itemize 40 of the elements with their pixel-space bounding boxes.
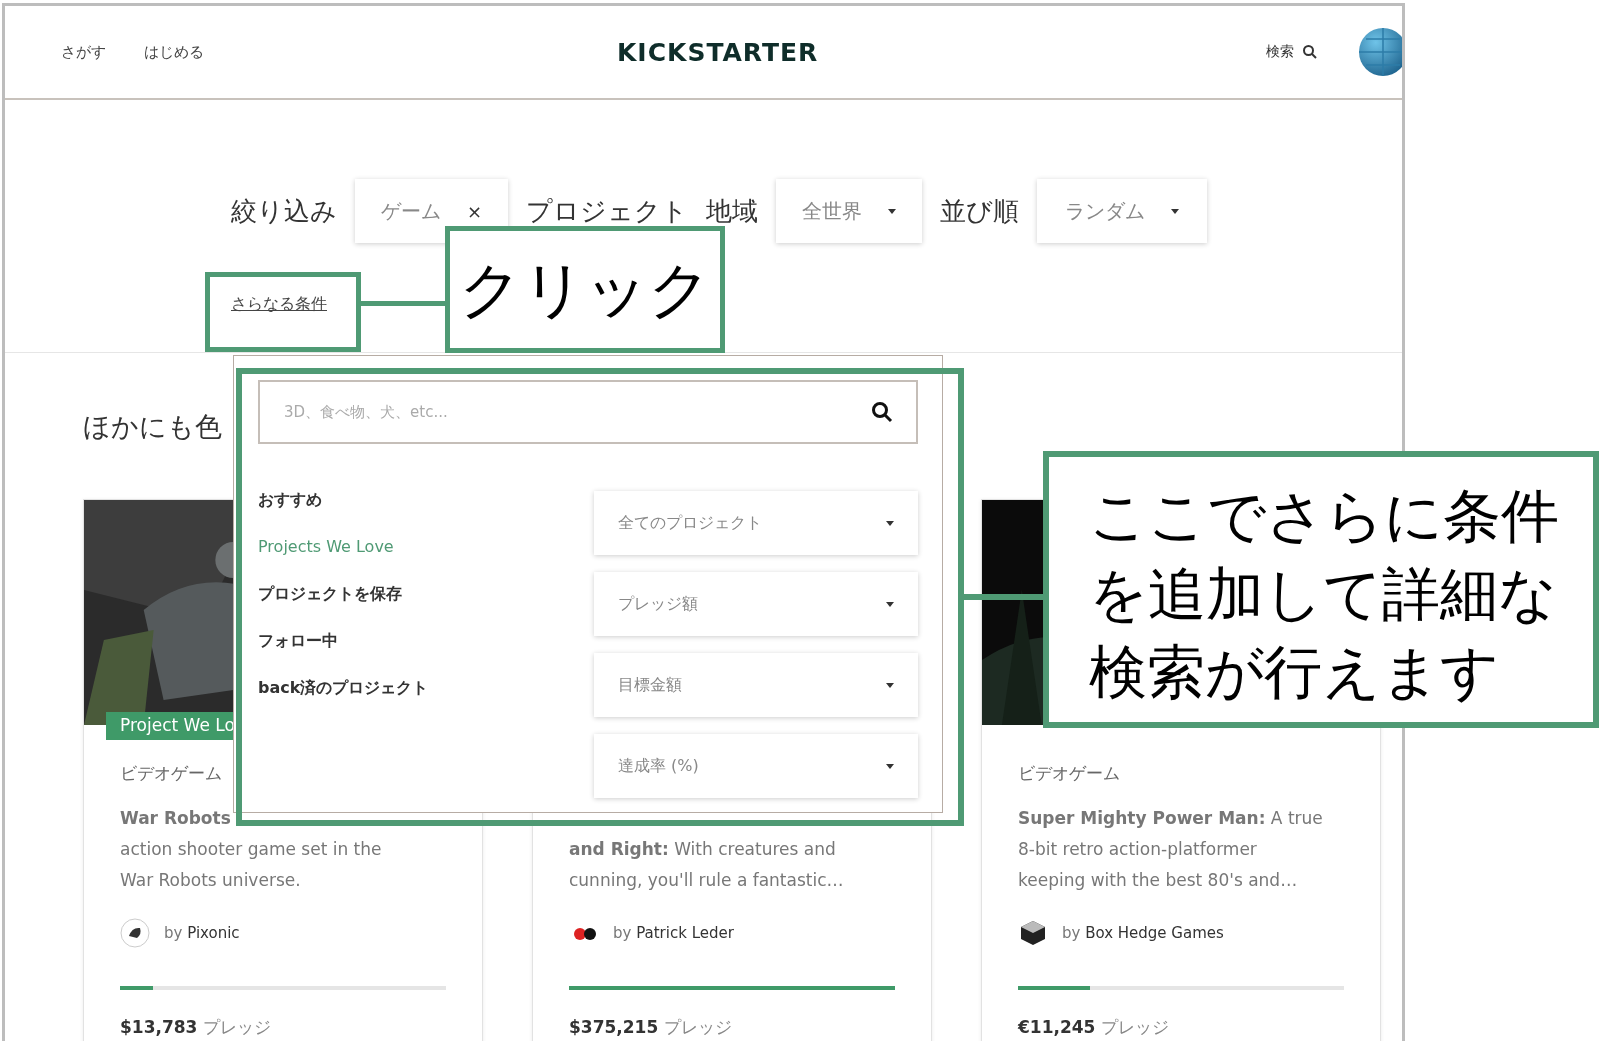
region-dropdown[interactable]: 全世界 <box>776 179 923 243</box>
project-blurb: War Robots action shooter game set in the War Robots universe. <box>120 807 383 892</box>
filter-dropdown[interactable]: 目標金額 <box>594 653 918 717</box>
category-chip[interactable]: ゲーム × <box>355 179 509 243</box>
filter-dropdown[interactable]: 全てのプロジェクト <box>594 491 918 555</box>
pledge-amount: $13,783 プレッジ <box>120 1016 272 1039</box>
filter-label: 絞り込み <box>231 194 337 228</box>
pledge-amount: €11,245 プレッジ <box>1018 1016 1170 1039</box>
nav-link[interactable]: さがす <box>61 42 106 62</box>
more-filters-link[interactable]: さらなる条件 <box>231 294 327 313</box>
filter-label: 並び順 <box>940 194 1020 228</box>
search-field[interactable]: 3D、食べ物、犬、etc... <box>258 380 918 444</box>
project-category: ビデオゲーム <box>1018 763 1120 783</box>
filter-label: プロジェクト <box>526 194 689 228</box>
nav-link[interactable]: はじめる <box>144 42 204 62</box>
sort-dropdown[interactable]: ランダム <box>1037 179 1208 243</box>
search-link[interactable]: 検索 <box>1266 43 1318 61</box>
filter-option[interactable]: back済のプロジェクト <box>258 678 429 701</box>
project-category: ビデオゲーム <box>120 763 222 783</box>
filter-option[interactable]: フォロー中 <box>258 631 429 654</box>
creator-name[interactable]: by Box Hedge Games <box>1062 924 1224 942</box>
callout-tooltip: ここでさらに条件を追加して詳細な検索が行えます <box>1043 451 1599 728</box>
search-icon <box>1302 44 1318 60</box>
creator-avatar-icon <box>1018 918 1048 948</box>
creator-name[interactable]: by Patrick Leder <box>613 924 734 942</box>
project-blurb: Super Mighty Power Man: A true 8-bit retro action-platformer keeping with the best 80's and… <box>1018 807 1324 892</box>
avatar[interactable] <box>1358 27 1402 77</box>
filter-dropdown[interactable]: 達成率 (%) <box>594 734 918 798</box>
search-icon <box>870 400 894 424</box>
filter-option[interactable]: おすすめ <box>258 490 429 513</box>
section-heading: ほかにも色 <box>83 410 222 444</box>
creator-avatar-icon <box>120 918 150 948</box>
project-blurb: and Right: With creatures and cunning, you'll rule a fantastic… <box>569 838 845 892</box>
filter-option[interactable]: プロジェクトを保存 <box>258 584 429 607</box>
pledge-amount: $375,215 プレッジ <box>569 1016 733 1039</box>
filter-label: 地域 <box>706 194 759 228</box>
site-logo[interactable]: KICKSTARTER <box>617 37 819 67</box>
callout-tooltip: クリック <box>445 226 725 353</box>
filter-dropdown[interactable]: プレッジ額 <box>594 572 918 636</box>
creator-name[interactable]: by Pixonic <box>164 924 240 942</box>
